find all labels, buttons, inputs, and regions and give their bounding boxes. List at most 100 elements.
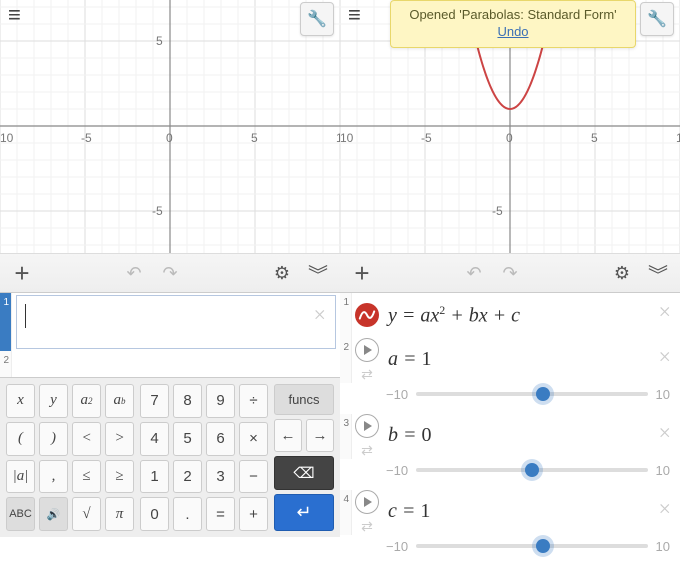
play-button[interactable] — [355, 338, 379, 362]
key-.[interactable]: . — [173, 497, 202, 531]
key-×[interactable]: × — [239, 422, 268, 456]
loop-icon[interactable]: ⇄ — [361, 518, 373, 535]
key-aᵇ[interactable]: ab — [105, 384, 134, 418]
expression-row[interactable]: 1y = ax2 + bx + c× — [340, 293, 680, 338]
menu-icon[interactable]: ≡ — [8, 4, 21, 26]
key-<[interactable]: < — [72, 422, 101, 456]
expression-row[interactable]: 1 × — [0, 293, 340, 351]
key-≥[interactable]: ≥ — [105, 460, 134, 494]
key-x[interactable]: x — [6, 384, 35, 418]
key-ABC[interactable]: ABC — [6, 497, 35, 531]
slider-max: 10 — [656, 387, 670, 402]
graph-pane-right[interactable]: -10-505105-5 ≡ 🔧 Opened 'Parabolas: Stan… — [340, 0, 680, 253]
graph-pane-left[interactable]: -10-505105-5 ≡ 🔧 — [0, 0, 340, 253]
slider-thumb[interactable] — [536, 539, 550, 553]
key-≤[interactable]: ≤ — [72, 460, 101, 494]
close-icon[interactable]: × — [657, 301, 672, 323]
key-4[interactable]: 4 — [140, 422, 169, 456]
key-🔊[interactable]: 🔊 — [39, 497, 68, 531]
keypad: xya2ab()<>|a|,≤≥ABC🔊√π 789÷456×123−0.=+ … — [0, 377, 340, 537]
notification-toast: Opened 'Parabolas: Standard Form' Undo — [390, 0, 636, 48]
slider[interactable]: −1010 — [340, 383, 680, 414]
key-0[interactable]: 0 — [140, 497, 169, 531]
settings-button[interactable]: ⚙ — [268, 259, 296, 287]
key-7[interactable]: 7 — [140, 384, 169, 418]
close-icon[interactable]: × — [657, 346, 672, 368]
key-+[interactable]: + — [239, 497, 268, 531]
slider-thumb[interactable] — [536, 387, 550, 401]
collapse-button[interactable]: ︾ — [304, 259, 332, 287]
text-cursor — [25, 304, 26, 328]
key-9[interactable]: 9 — [206, 384, 235, 418]
close-icon[interactable]: × — [657, 422, 672, 444]
key-a²[interactable]: a2 — [72, 384, 101, 418]
slider-min: −10 — [386, 463, 408, 478]
slider[interactable]: −1010 — [340, 535, 680, 566]
key-6[interactable]: 6 — [206, 422, 235, 456]
key-5[interactable]: 5 — [173, 422, 202, 456]
collapse-button[interactable]: ︾ — [644, 259, 672, 287]
svg-text:-10: -10 — [0, 131, 14, 145]
play-button[interactable] — [355, 414, 379, 438]
slider[interactable]: −1010 — [340, 459, 680, 490]
key-funcs[interactable]: funcs — [274, 384, 334, 415]
undo-link[interactable]: Undo — [399, 24, 627, 39]
expression-row[interactable]: 3 ⇄ b = 0 × — [340, 414, 680, 459]
expression-row[interactable]: 2⇄a = 1 × — [340, 338, 680, 383]
expression-row[interactable]: 4 ⇄ c = 1 × — [340, 490, 680, 535]
undo-button[interactable]: ↶ — [460, 259, 488, 287]
key-)[interactable]: ) — [39, 422, 68, 456]
loop-icon[interactable]: ⇄ — [361, 366, 373, 383]
wrench-button[interactable]: 🔧 — [640, 2, 674, 36]
slider-track[interactable] — [416, 392, 647, 396]
add-expression-button[interactable]: + — [8, 259, 36, 287]
expression-text[interactable]: y = ax2 + bx + c× — [382, 293, 680, 338]
key-3[interactable]: 3 — [206, 460, 235, 494]
expression-text[interactable]: a = 1 × — [382, 338, 680, 383]
expression-row[interactable]: 2 — [0, 351, 340, 377]
row-index: 3 — [340, 414, 352, 459]
slider-min: −10 — [386, 539, 408, 554]
settings-button[interactable]: ⚙ — [608, 259, 636, 287]
key-→[interactable]: → — [306, 419, 334, 452]
redo-button[interactable]: ↷ — [496, 259, 524, 287]
key-−[interactable]: − — [239, 460, 268, 494]
play-button[interactable] — [355, 490, 379, 514]
expression-text[interactable]: c = 1 × — [382, 490, 680, 535]
row-index: 4 — [340, 490, 352, 535]
wrench-button[interactable]: 🔧 — [300, 2, 334, 36]
key-↵[interactable]: ↵ — [274, 494, 334, 531]
redo-button[interactable]: ↷ — [156, 259, 184, 287]
key-y[interactable]: y — [39, 384, 68, 418]
slider-track[interactable] — [416, 544, 647, 548]
slider-thumb[interactable] — [525, 463, 539, 477]
key-2[interactable]: 2 — [173, 460, 202, 494]
menu-icon[interactable]: ≡ — [348, 4, 361, 26]
undo-button[interactable]: ↶ — [120, 259, 148, 287]
key-÷[interactable]: ÷ — [239, 384, 268, 418]
key-([interactable]: ( — [6, 422, 35, 456]
svg-text:-5: -5 — [492, 204, 503, 218]
expression-text[interactable]: b = 0 × — [382, 414, 680, 459]
svg-text:-5: -5 — [81, 131, 92, 145]
desmos-icon — [355, 303, 379, 327]
add-expression-button[interactable]: + — [348, 259, 376, 287]
key-=[interactable]: = — [206, 497, 235, 531]
slider-track[interactable] — [416, 468, 647, 472]
key-π[interactable]: π — [105, 497, 134, 531]
key-1[interactable]: 1 — [140, 460, 169, 494]
expression-list: 1y = ax2 + bx + c×2⇄a = 1 ×−10103⇄b = 0 … — [340, 293, 680, 566]
expression-input[interactable]: × — [16, 295, 336, 349]
key-,[interactable]: , — [39, 460, 68, 494]
graph-grid: -10-505105-5 — [0, 0, 340, 253]
key-⌫[interactable]: ⌫ — [274, 456, 334, 490]
loop-icon[interactable]: ⇄ — [361, 442, 373, 459]
key-√[interactable]: √ — [72, 497, 101, 531]
svg-text:5: 5 — [156, 34, 163, 48]
key-8[interactable]: 8 — [173, 384, 202, 418]
close-icon[interactable]: × — [312, 304, 327, 326]
key->[interactable]: > — [105, 422, 134, 456]
key-|a|[interactable]: |a| — [6, 460, 35, 494]
close-icon[interactable]: × — [657, 498, 672, 520]
key-←[interactable]: ← — [274, 419, 302, 452]
